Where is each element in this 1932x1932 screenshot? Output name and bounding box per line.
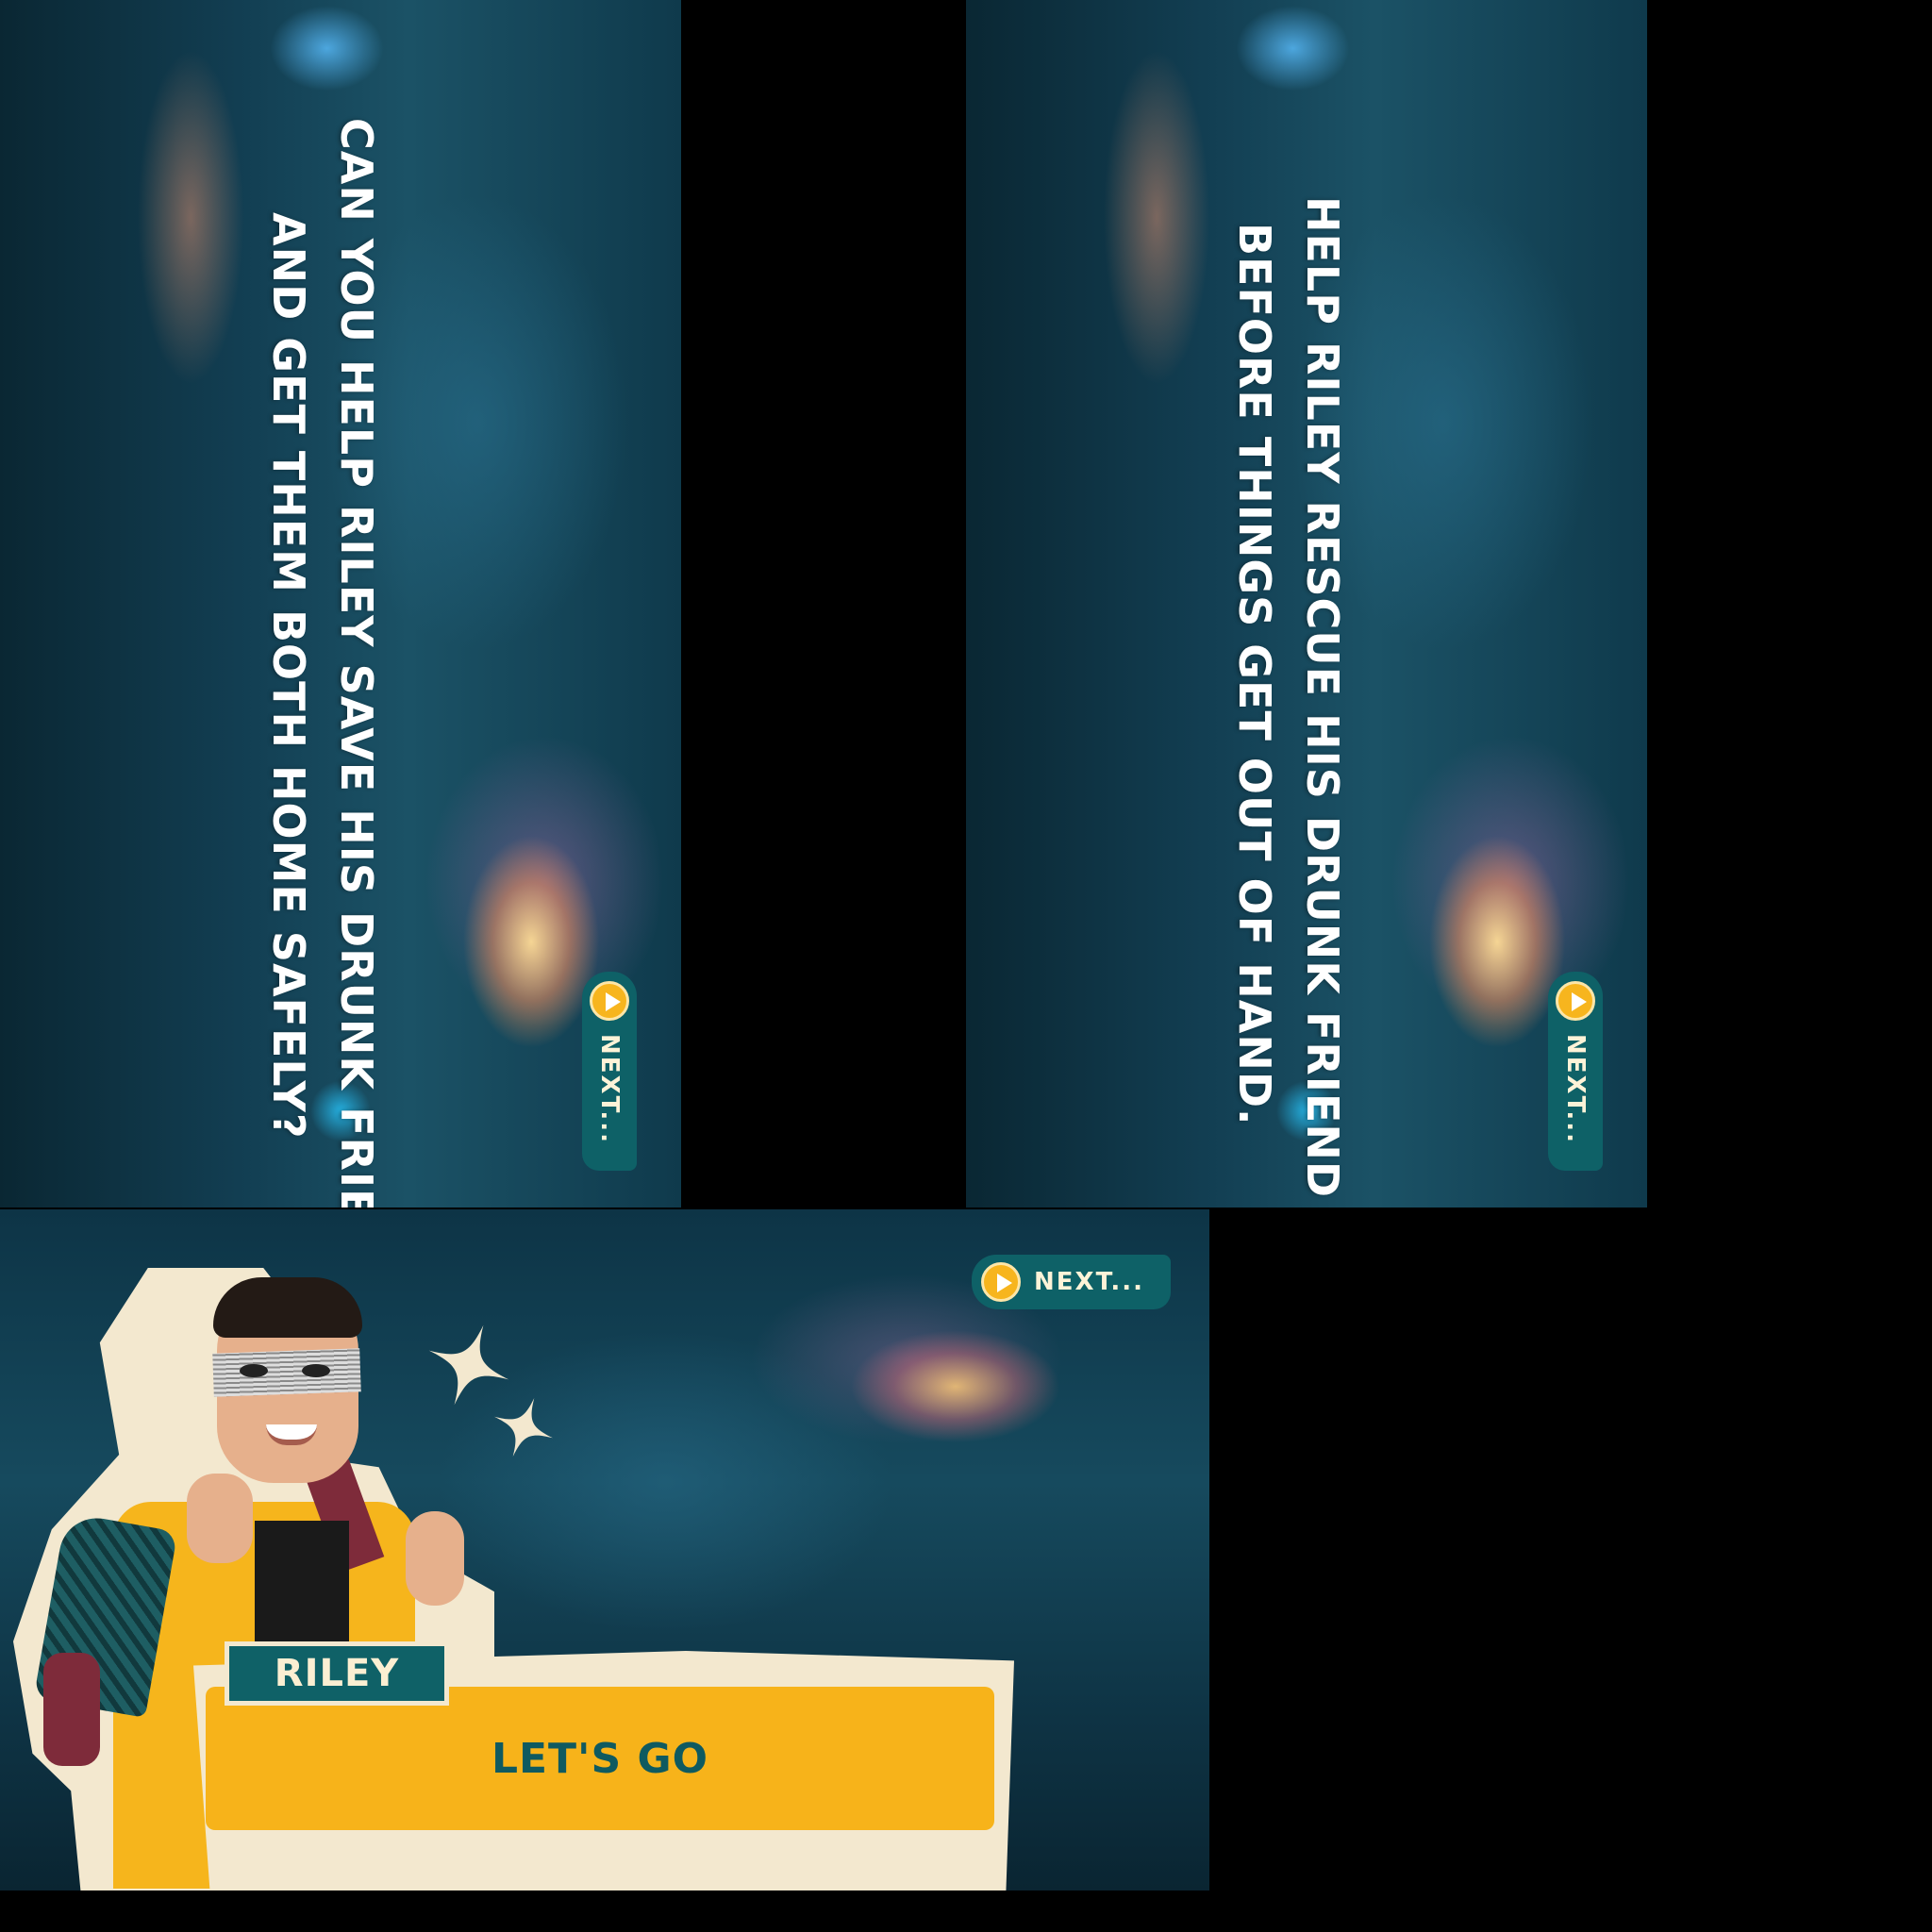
next-label: NEXT... [1034,1268,1144,1296]
speaker-name-tag: RILEY [225,1641,449,1706]
play-circle-icon [590,981,629,1021]
next-label: NEXT... [595,1034,624,1144]
scene-line-2: BEFORE THINGS GET OUT OF HAND. [1229,223,1280,1126]
next-button[interactable]: NEXT... [972,1255,1171,1309]
next-button[interactable]: NEXT... [1548,972,1603,1171]
scene-line-1: CAN YOU HELP RILEY SAVE HIS DRUNK FRIEND [331,118,382,1208]
sparkle-icon [493,1397,554,1457]
dialog-text: LET'S GO [491,1734,709,1783]
scene-panel-1: CAN YOU HELP RILEY SAVE HIS DRUNK FRIEND… [0,0,681,1208]
next-label: NEXT... [1561,1034,1590,1144]
sparkle-icon [428,1324,509,1406]
scene-line-2: AND GET THEM BOTH HOME SAFELY? [263,212,314,1140]
scene-panel-2: HELP RILEY RESCUE HIS DRUNK FRIEND BEFOR… [966,0,1647,1208]
scene-line-1: HELP RILEY RESCUE HIS DRUNK FRIEND [1297,196,1348,1199]
play-circle-icon [981,1262,1021,1302]
next-button[interactable]: NEXT... [582,972,637,1171]
dialog-scene: NEXT... LET'S GO RILEY [0,1209,1209,1890]
play-circle-icon [1556,981,1595,1021]
